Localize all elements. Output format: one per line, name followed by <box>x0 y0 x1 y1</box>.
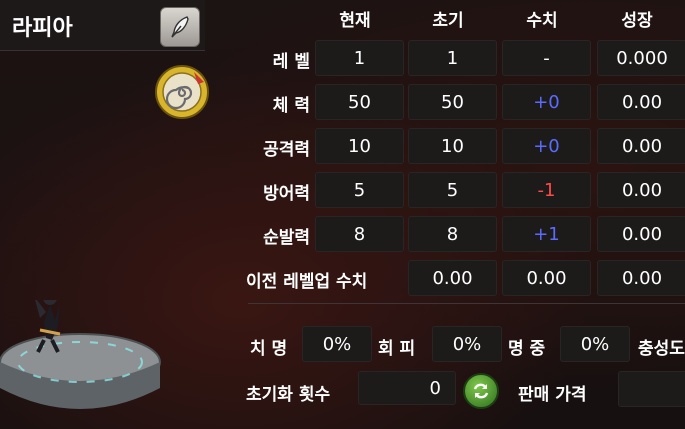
hp-delta: +0 <box>502 84 591 120</box>
stat-label-level: 레 벨 <box>272 52 310 72</box>
stat-label-agility: 순발력 <box>263 228 310 248</box>
prev-levelup-value-3: 0.00 <box>597 260 685 296</box>
column-header-value: 수치 <box>526 11 558 31</box>
level-growth: 0.000 <box>597 40 685 76</box>
character-stage <box>0 300 161 409</box>
prev-levelup-label: 이전 레벨업 수치 <box>246 272 368 292</box>
attack-delta: +0 <box>502 128 591 164</box>
divider <box>248 303 685 304</box>
refresh-icon <box>473 383 489 399</box>
hp-initial: 50 <box>408 84 497 120</box>
level-delta: - <box>502 40 591 76</box>
stat-label-defense: 방어력 <box>263 184 310 204</box>
column-header-current: 현재 <box>339 11 371 31</box>
quill-edit-icon <box>171 16 189 38</box>
agility-current: 8 <box>315 216 404 252</box>
crit-value: 0% <box>302 326 372 362</box>
reset-count-value: 0 <box>358 371 456 405</box>
character-name: 라피아 <box>12 16 73 41</box>
crit-label: 치 명 <box>250 339 288 359</box>
hp-current: 50 <box>315 84 404 120</box>
defense-current: 5 <box>315 172 404 208</box>
hp-growth: 0.00 <box>597 84 685 120</box>
evasion-label: 회 피 <box>378 339 416 359</box>
loyalty-label: 충성도 <box>638 339 685 359</box>
attack-initial: 10 <box>408 128 497 164</box>
wind-element-icon <box>155 65 209 119</box>
level-current: 1 <box>315 40 404 76</box>
sale-price-value <box>618 371 685 407</box>
agility-initial: 8 <box>408 216 497 252</box>
agility-growth: 0.00 <box>597 216 685 252</box>
prev-levelup-value-2: 0.00 <box>502 260 591 296</box>
defense-delta: -1 <box>502 172 591 208</box>
sale-price-label: 판매 가격 <box>518 385 587 405</box>
character-name-bar: 라피아 <box>0 0 205 51</box>
stat-label-attack: 공격력 <box>263 140 310 160</box>
reset-button[interactable] <box>463 373 499 409</box>
accuracy-label: 명 중 <box>508 339 546 359</box>
edit-name-button[interactable] <box>160 7 200 47</box>
defense-growth: 0.00 <box>597 172 685 208</box>
defense-initial: 5 <box>408 172 497 208</box>
stat-label-hp: 체 력 <box>272 96 310 116</box>
attack-current: 10 <box>315 128 404 164</box>
prev-levelup-value-1: 0.00 <box>408 260 497 296</box>
reset-count-label: 초기화 횟수 <box>246 385 331 405</box>
evasion-value: 0% <box>432 326 502 362</box>
accuracy-value: 0% <box>560 326 630 362</box>
agility-delta: +1 <box>502 216 591 252</box>
column-header-initial: 초기 <box>432 11 464 31</box>
column-header-growth: 성장 <box>621 11 653 31</box>
attack-growth: 0.00 <box>597 128 685 164</box>
level-initial: 1 <box>408 40 497 76</box>
